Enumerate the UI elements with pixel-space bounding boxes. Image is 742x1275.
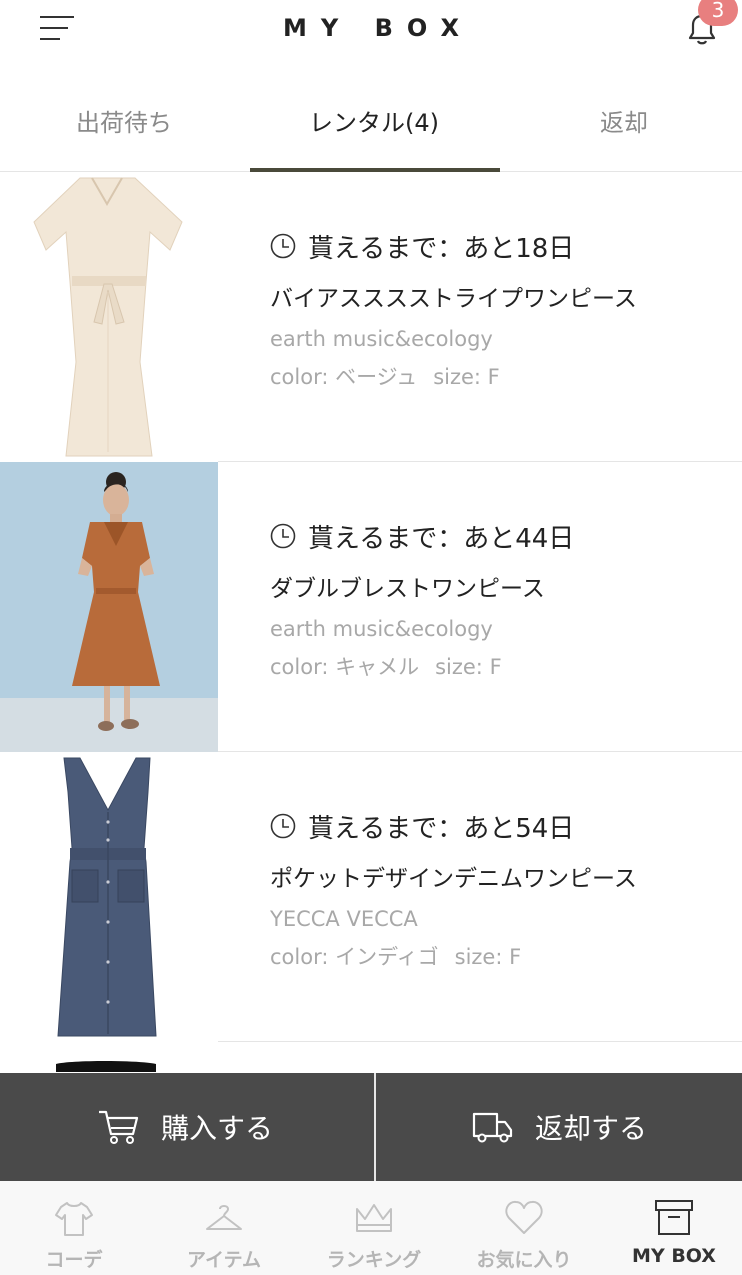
item-color: color: インディゴ	[270, 945, 439, 969]
item-info: 貰えるまで：あと54日 ポケットデザインデニムワンピース YECCA VECCA…	[270, 806, 730, 972]
return-button[interactable]: 返却する	[374, 1073, 742, 1181]
clock-icon	[270, 523, 296, 549]
deadline-text: 貰えるまで：あと54日	[308, 813, 575, 844]
nav-item-coordinate[interactable]: コーデ	[0, 1181, 148, 1275]
deadline-row: 貰えるまで：あと54日	[270, 806, 730, 846]
product-name: ダブルブレストワンピース	[270, 576, 545, 602]
clock-icon	[270, 233, 296, 259]
brand-name: YECCA VECCA	[270, 907, 418, 931]
item-attributes: color: キャメル size: F	[270, 652, 730, 682]
bottom-navigation: コーデ アイテム ランキング お気に入り MY BOX	[0, 1181, 742, 1275]
tshirt-icon	[55, 1202, 93, 1236]
item-size: size: F	[433, 365, 500, 389]
notification-badge[interactable]: 3	[698, 0, 738, 26]
product-image-camel-dress-model[interactable]	[0, 462, 218, 752]
item-size: size: F	[435, 655, 502, 679]
tab-awaiting-shipment[interactable]: 出荷待ち	[0, 80, 248, 172]
nav-label: コーデ	[45, 1249, 103, 1271]
purchase-button[interactable]: 購入する	[0, 1073, 370, 1181]
item-attributes: color: ベージュ size: F	[270, 362, 730, 392]
item-info: 貰えるまで：あと18日 バイアスススストライプワンピース earth music…	[270, 226, 730, 392]
product-image-denim-dress[interactable]	[0, 752, 218, 1042]
truck-icon	[472, 1112, 513, 1143]
page-title: MY BOX	[283, 14, 473, 42]
cart-icon	[98, 1110, 139, 1144]
nav-item-my-box[interactable]: MY BOX	[600, 1181, 742, 1275]
product-name: バイアスススストライプワンピース	[270, 286, 637, 312]
list-item[interactable]: 貰えるまで：あと44日 ダブルブレストワンピース earth music&eco…	[0, 462, 742, 752]
clock-icon	[270, 813, 296, 839]
deadline-row: 貰えるまで：あと18日	[270, 226, 730, 266]
list-item[interactable]: 貰えるまで：あと18日 バイアスススストライプワンピース earth music…	[0, 172, 742, 462]
return-button-label: 返却する	[534, 1112, 647, 1145]
deadline-text: 貰えるまで：あと44日	[308, 523, 575, 554]
item-attributes: color: インディゴ size: F	[270, 942, 730, 972]
box-icon	[655, 1200, 693, 1235]
brand-name: earth music&ecology	[270, 617, 493, 641]
crown-icon	[356, 1204, 392, 1232]
deadline-row: 貰えるまで：あと44日	[270, 516, 730, 556]
list-item[interactable]: 貰えるまで：あと54日 ポケットデザインデニムワンピース YECCA VECCA…	[0, 752, 742, 1042]
heart-icon	[505, 1200, 543, 1234]
nav-label: アイテム	[186, 1249, 262, 1271]
nav-item-items[interactable]: アイテム	[150, 1181, 298, 1275]
tab-bar: 出荷待ち レンタル(4) 返却	[0, 80, 742, 172]
item-size: size: F	[454, 945, 522, 969]
tab-rental[interactable]: レンタル(4)	[250, 80, 498, 172]
purchase-button-label: 購入する	[160, 1112, 273, 1145]
nav-item-favorites[interactable]: お気に入り	[450, 1181, 598, 1275]
hanger-icon	[206, 1205, 242, 1230]
rental-item-list: 貰えるまで：あと18日 バイアスススストライプワンピース earth music…	[0, 172, 742, 1082]
nav-item-ranking[interactable]: ランキング	[300, 1181, 448, 1275]
nav-label: ランキング	[326, 1249, 422, 1271]
app-header: MY BOX 3	[0, 0, 742, 80]
product-image-beige-dress[interactable]	[0, 172, 218, 462]
action-bar: 購入する 返却する	[0, 1073, 742, 1181]
tab-return[interactable]: 返却	[500, 80, 742, 172]
product-name: ポケットデザインデニムワンピース	[270, 866, 637, 892]
nav-label: MY BOX	[632, 1245, 716, 1267]
nav-label: お気に入り	[476, 1249, 572, 1271]
item-color: color: キャメル	[270, 655, 420, 679]
item-info: 貰えるまで：あと44日 ダブルブレストワンピース earth music&eco…	[270, 516, 730, 682]
item-color: color: ベージュ	[270, 365, 418, 389]
deadline-text: 貰えるまで：あと18日	[308, 233, 575, 264]
brand-name: earth music&ecology	[270, 327, 493, 351]
